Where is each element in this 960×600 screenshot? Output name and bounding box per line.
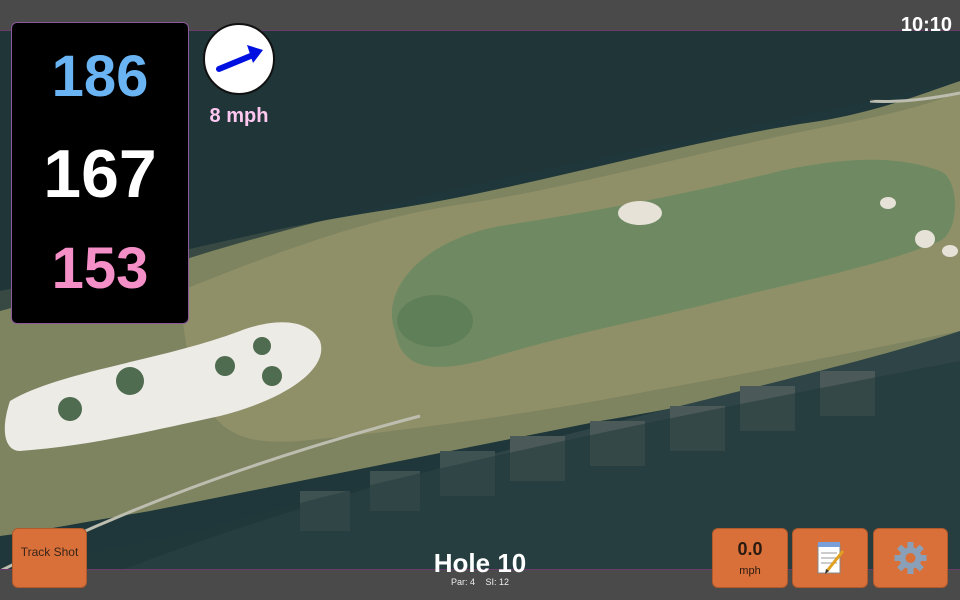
back-distance: 186: [51, 44, 149, 109]
wind-indicator: [203, 23, 275, 95]
wind-speed: 8 mph: [209, 105, 269, 127]
middle-distance: 167: [43, 136, 157, 212]
distance-panel: 186 167 153: [11, 22, 189, 324]
gear-icon: [894, 542, 927, 574]
hole-title: Hole 10: [433, 548, 527, 578]
speed-button[interactable]: 0.0 mph: [712, 528, 788, 588]
clock: 10:10: [900, 14, 952, 36]
hole-par: Par: 4: [450, 577, 475, 587]
front-distance: 153: [51, 236, 149, 301]
hole-stroke-index: SI: 12: [485, 577, 510, 587]
hole-info: Par: 4 SI: 12: [400, 577, 560, 587]
speed-unit: mph: [739, 565, 761, 577]
notes-button[interactable]: [792, 528, 868, 588]
wind-direction-arrow-icon: [216, 45, 263, 72]
settings-button[interactable]: [873, 528, 948, 588]
track-shot-button[interactable]: Track Shot: [12, 528, 87, 588]
notepad-icon: [817, 542, 845, 574]
speed-value: 0.0: [737, 539, 763, 559]
